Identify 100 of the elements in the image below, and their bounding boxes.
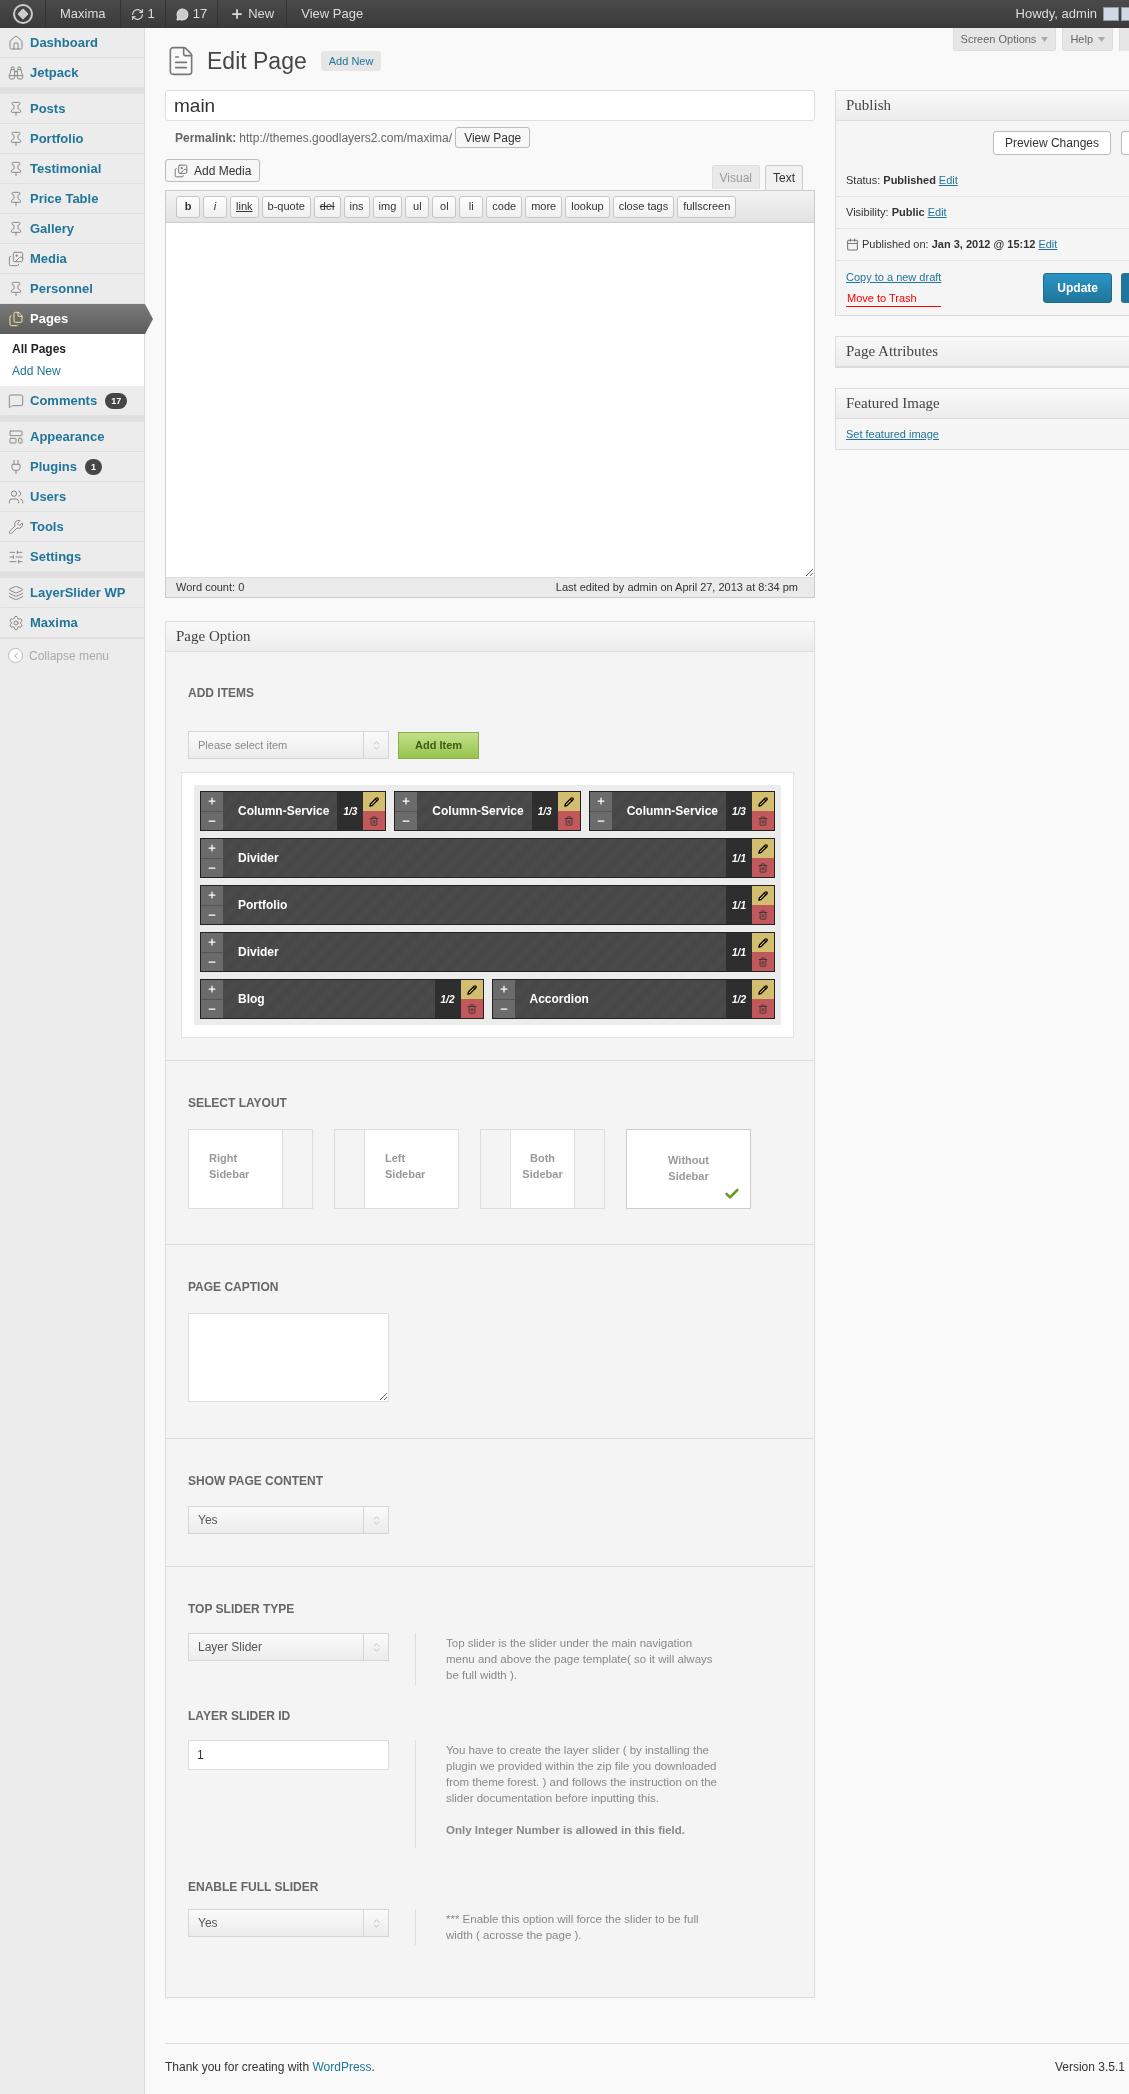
item-name: Portfolio [237, 897, 289, 914]
permalink-url: http://themes.goodlayers2.com/maxima/ [239, 129, 453, 147]
format-button[interactable]: ins [343, 195, 370, 218]
view-page-button[interactable]: View Page [455, 127, 531, 148]
sidebar-item[interactable]: Plugins 1 [0, 452, 144, 482]
layout-label: Both Sidebar [521, 1151, 564, 1182]
format-button[interactable]: b [176, 195, 200, 218]
preview-button[interactable]: Preview Changes [992, 131, 1111, 155]
item-name: Column-Service [625, 803, 719, 820]
edit-link[interactable]: Edit [927, 204, 947, 221]
sidebar-item[interactable]: Testimonial [0, 154, 144, 184]
layout-label: Right Sidebar [209, 1151, 251, 1182]
copy-draft-link[interactable]: Copy to a new draft [846, 269, 942, 286]
sidebar-item[interactable]: Gallery [0, 214, 144, 244]
status-text: Status: Published [846, 173, 936, 189]
layout-item[interactable]: Column-Service 1/3 [588, 791, 775, 831]
format-button[interactable]: del [313, 195, 341, 218]
format-button[interactable]: lookup [565, 195, 610, 218]
box-title: Page Attributes [846, 342, 939, 362]
layout-item[interactable]: Divider 1/1 [200, 932, 775, 972]
format-button[interactable]: more [525, 195, 563, 218]
format-button[interactable]: img [372, 195, 403, 218]
last-edited-text: Last edited by admin on April 27, 2013 at 8:34 pm [555, 580, 799, 596]
submenu-item[interactable]: All Pages [0, 338, 144, 360]
sidebar-item[interactable]: Dashboard [0, 28, 144, 58]
item-size: 1/3 [337, 792, 364, 830]
item-size: 1/1 [726, 886, 752, 924]
add-item-button[interactable]: Add Item [398, 731, 480, 759]
page-attributes-box[interactable]: Page Attributes [835, 336, 1129, 368]
select-field[interactable]: Yes [188, 1506, 389, 1534]
count-badge: 1 [84, 458, 102, 475]
item-size: 1/3 [726, 792, 752, 830]
layout-item[interactable]: Portfolio 1/1 [200, 885, 775, 925]
layout-item[interactable]: Accordion 1/2 [491, 979, 775, 1019]
format-button[interactable]: ul [405, 195, 430, 218]
select-field[interactable]: Yes [188, 1909, 389, 1937]
format-button[interactable]: fullscreen [677, 195, 737, 218]
set-featured-image-link[interactable]: Set featured image [846, 425, 939, 443]
item-size: 1/1 [726, 839, 752, 877]
format-button[interactable]: ol [432, 195, 457, 218]
word-count: Word count: 0 [176, 580, 245, 596]
sidebar-item[interactable]: Tools [0, 512, 144, 542]
greeting-link[interactable]: Howdy, admin [1015, 0, 1103, 28]
sidebar-item[interactable]: Jetpack [0, 58, 144, 88]
item-size: 1/2 [726, 980, 752, 1018]
section-heading: TOP SLIDER TYPE [188, 1601, 296, 1618]
new-link[interactable]: New [218, 0, 288, 28]
sidebar-item[interactable]: Price Table [0, 184, 144, 214]
sidebar-item[interactable]: Maxima [0, 608, 144, 638]
format-button[interactable]: li [459, 195, 484, 218]
layout-label: Without Sidebar [667, 1153, 710, 1184]
sidebar-item[interactable]: Portfolio [0, 124, 144, 154]
help-text: *** Enable this option will force the slider to be full width ( acrosse the page ). [446, 1912, 700, 1943]
format-button[interactable]: i [203, 195, 227, 218]
help-tab[interactable]: Help [1062, 28, 1113, 51]
format-button[interactable]: b-quote [261, 195, 311, 218]
view-page-link[interactable]: View Page [287, 0, 378, 28]
format-button[interactable]: close tags [612, 195, 675, 218]
wordpress-link[interactable]: WordPress [312, 2060, 372, 2074]
section-heading: SELECT LAYOUT [188, 1095, 288, 1112]
help-text: Top slider is the slider under the main navigation menu and above the page template( so it will always be full width ). [446, 1636, 714, 1683]
edit-link[interactable]: Edit [938, 172, 958, 189]
published-date-text: Published on: Jan 3, 2012 @ 15:12 [862, 237, 1036, 253]
slider-id-field[interactable]: 1 [188, 1740, 389, 1770]
page-title: Edit Page [207, 46, 307, 76]
submenu-item[interactable]: Add New [0, 360, 144, 382]
edit-link[interactable]: Edit [1038, 236, 1058, 253]
move-to-trash-link[interactable]: Move to Trash [846, 289, 942, 307]
layout-label: Left Sidebar [385, 1151, 427, 1182]
section-heading: LAYER SLIDER ID [188, 1708, 292, 1725]
sidebar-item[interactable]: Posts [0, 94, 144, 124]
sidebar-item[interactable]: Media [0, 244, 144, 274]
sidebar-item[interactable]: Settings [0, 542, 144, 572]
sidebar-item[interactable]: LayerSlider WP [0, 578, 144, 608]
sidebar-item[interactable]: Appearance [0, 422, 144, 452]
layout-item[interactable]: Column-Service 1/3 [200, 791, 387, 831]
help-note: Only Integer Number is allowed in this field. [446, 1823, 686, 1838]
add-new-button[interactable]: Add New [320, 51, 382, 71]
sidebar-item[interactable]: Pages [0, 304, 153, 334]
title-field[interactable]: main [165, 90, 815, 121]
add-media-button[interactable]: Add Media [165, 159, 261, 182]
layout-item[interactable]: Divider 1/1 [200, 838, 775, 878]
layout-item[interactable]: Blog 1/2 [200, 979, 484, 1019]
sidebar-item[interactable]: Users [0, 482, 144, 512]
item-name: Column-Service [237, 803, 331, 820]
item-name: Divider [237, 850, 280, 867]
section-heading: ENABLE FULL SLIDER [188, 1879, 320, 1896]
visibility-text: Visibility: Public [846, 205, 925, 221]
format-button[interactable]: code [486, 195, 523, 218]
version-text: Version 3.5.1 [1054, 2059, 1125, 2076]
comments-link[interactable]: 17 [165, 0, 219, 28]
item-name: Column-Service [431, 803, 525, 820]
select-field[interactable]: Layer Slider [188, 1633, 389, 1661]
screen-options-tab[interactable]: Screen Options [952, 28, 1057, 51]
update-button[interactable]: Update [1043, 273, 1112, 303]
format-button[interactable]: link [230, 195, 259, 218]
editor-tab[interactable]: Text [765, 165, 803, 190]
panel-title: Page Option [176, 627, 251, 647]
sidebar-item[interactable]: Comments 17 [0, 386, 144, 416]
layout-item[interactable]: Column-Service 1/3 [394, 791, 581, 831]
